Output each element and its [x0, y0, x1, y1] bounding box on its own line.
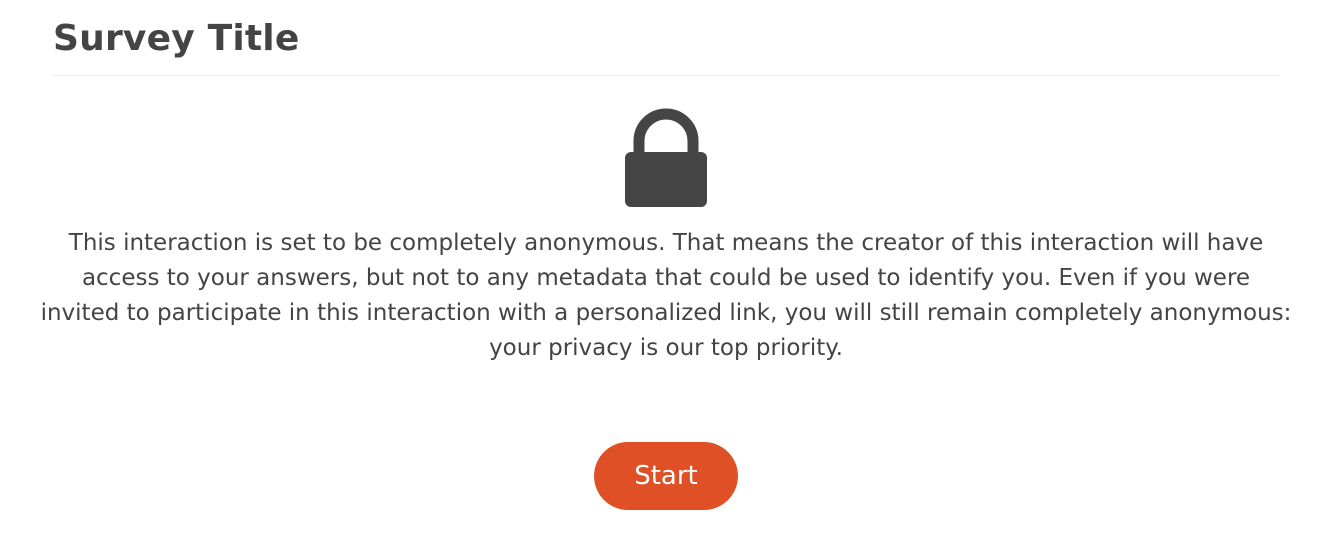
survey-header: Survey Title [52, 0, 1280, 76]
anonymity-notice: This interaction is set to be completely… [40, 230, 1292, 361]
anonymous-survey-intro: Survey Title This interaction is set to … [0, 0, 1328, 538]
lock-icon [625, 108, 707, 207]
start-button[interactable]: Start [594, 442, 738, 510]
survey-title: Survey Title [53, 18, 300, 59]
